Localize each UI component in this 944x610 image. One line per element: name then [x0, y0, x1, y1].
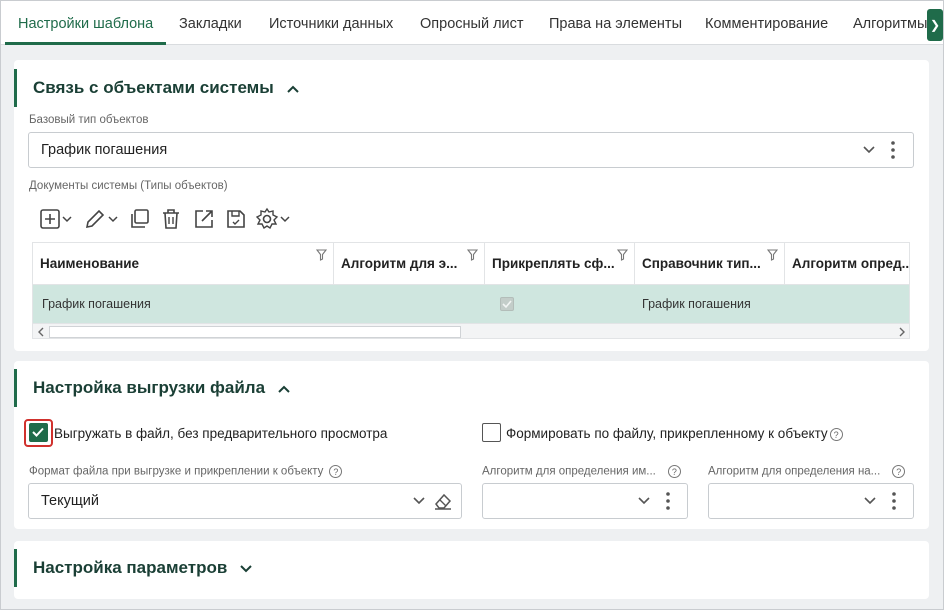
alg-name2-label: Алгоритм для определения на...? — [708, 465, 906, 478]
column-header-label: Наименование — [40, 256, 140, 271]
delete-icon[interactable] — [161, 207, 181, 231]
section-object-link-header[interactable]: Связь с объектами системы — [14, 69, 299, 107]
checkmark-icon — [502, 300, 512, 309]
open-external-icon[interactable] — [193, 207, 215, 231]
alg-name2-select[interactable] — [708, 483, 914, 519]
filter-icon[interactable] — [617, 249, 628, 261]
base-type-select[interactable]: График погашения — [28, 132, 914, 168]
horizontal-scrollbar[interactable] — [33, 323, 909, 338]
alg-name-label-text: Алгоритм для определения им... — [482, 465, 656, 478]
chevron-down-icon[interactable] — [638, 484, 650, 518]
checkmark-icon — [32, 427, 44, 437]
eraser-icon[interactable] — [433, 484, 453, 518]
cell-algorithm2 — [785, 285, 794, 323]
more-vertical-icon[interactable] — [891, 133, 895, 167]
chevron-up-icon — [286, 85, 299, 93]
edit-icon[interactable] — [84, 207, 120, 231]
cell-name: График погашения — [42, 297, 151, 311]
help-icon[interactable]: ? — [892, 465, 906, 478]
help-icon[interactable]: ? — [667, 465, 681, 478]
export-without-preview-label[interactable]: Выгружать в файл, без предварительного п… — [54, 426, 387, 441]
tab-commenting[interactable]: Комментирование — [705, 1, 828, 45]
file-format-value: Текущий — [41, 493, 99, 509]
format-label-text: Формат файла при выгрузке и прикреплении… — [29, 465, 324, 478]
scrollbar-thumb[interactable] — [49, 326, 461, 338]
objects-grid: Наименование Алгоритм для э... Прикрепля… — [32, 242, 910, 339]
form-by-attached-file-label[interactable]: Формировать по файлу, прикрепленному к о… — [506, 426, 843, 441]
tab-bar: Настройки шаблона Закладки Источники дан… — [1, 1, 943, 45]
column-header[interactable]: Алгоритм для э... — [334, 243, 485, 285]
file-format-select[interactable]: Текущий — [28, 483, 462, 519]
section-parameters-header[interactable]: Настройка параметров — [14, 549, 252, 587]
tab-template-settings[interactable]: Настройки шаблона — [18, 1, 153, 45]
filter-icon[interactable] — [467, 249, 478, 261]
tab-bookmarks[interactable]: Закладки — [179, 1, 242, 45]
table-row[interactable]: График погашения График погашения — [33, 285, 909, 323]
chevron-down-icon[interactable] — [863, 133, 875, 167]
column-header[interactable]: Справочник тип... — [635, 243, 785, 285]
scroll-right-icon[interactable] — [897, 327, 907, 337]
tab-questionnaire[interactable]: Опросный лист — [420, 1, 524, 45]
settings-icon[interactable] — [256, 207, 292, 231]
add-icon[interactable] — [40, 207, 74, 231]
section-title: Настройка параметров — [33, 558, 228, 577]
cell-algorithm — [334, 285, 343, 323]
scroll-left-icon[interactable] — [36, 327, 46, 337]
save-icon[interactable] — [225, 207, 247, 231]
grid-header: Наименование Алгоритм для э... Прикрепля… — [33, 243, 910, 285]
tab-data-sources[interactable]: Источники данных — [269, 1, 393, 45]
chevron-down-icon[interactable] — [864, 484, 876, 518]
column-header[interactable]: Алгоритм опред... — [785, 243, 910, 285]
section-title: Связь с объектами системы — [33, 78, 274, 97]
column-header-label: Прикреплять сф... — [492, 256, 615, 271]
column-header-label: Справочник тип... — [642, 256, 761, 271]
filter-icon[interactable] — [767, 249, 778, 261]
column-header[interactable]: Наименование — [33, 243, 334, 285]
form-by-attached-file-checkbox[interactable] — [482, 423, 501, 442]
export-without-preview-checkbox[interactable] — [29, 423, 48, 442]
docs-label: Документы системы (Типы объектов) — [29, 180, 228, 192]
chevron-up-icon — [278, 385, 290, 393]
chevron-down-icon — [240, 564, 252, 572]
more-vertical-icon[interactable] — [892, 484, 896, 518]
chevron-right-icon[interactable]: ❯ — [927, 9, 943, 41]
help-icon[interactable]: ? — [829, 427, 843, 441]
base-type-value: График погашения — [41, 142, 168, 158]
column-header-label: Алгоритм для э... — [341, 256, 458, 271]
section-file-export-header[interactable]: Настройка выгрузки файла — [14, 369, 290, 407]
copy-icon[interactable] — [129, 207, 151, 231]
help-icon[interactable]: ? — [329, 465, 343, 478]
more-vertical-icon[interactable] — [666, 484, 670, 518]
column-header[interactable]: Прикреплять сф... — [485, 243, 635, 285]
chevron-down-icon[interactable] — [413, 484, 425, 518]
alg-name-select[interactable] — [482, 483, 688, 519]
cell-reference: График погашения — [642, 297, 751, 311]
active-tab-indicator — [5, 42, 166, 45]
tab-algorithms[interactable]: Алгоритмы — [853, 1, 927, 45]
tab-element-rights[interactable]: Права на элементы — [549, 1, 682, 45]
form-by-attached-file-text: Формировать по файлу, прикрепленному к о… — [506, 426, 828, 441]
format-label: Формат файла при выгрузке и прикреплении… — [29, 465, 343, 478]
filter-icon[interactable] — [316, 249, 327, 261]
column-header-label: Алгоритм опред... — [792, 256, 910, 271]
alg-name-label: Алгоритм для определения им...? — [482, 465, 681, 478]
section-parameters: Настройка параметров — [14, 541, 929, 599]
base-type-label: Базовый тип объектов — [29, 114, 149, 126]
alg-name2-label-text: Алгоритм для определения на... — [708, 465, 881, 478]
cell-attach-checkbox — [500, 297, 514, 311]
section-title: Настройка выгрузки файла — [33, 378, 266, 397]
